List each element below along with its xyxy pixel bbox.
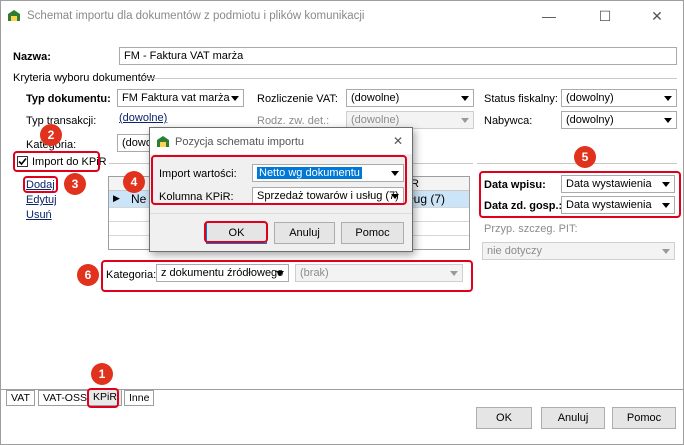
doc-type-value: FM Faktura vat marża bbox=[122, 92, 230, 104]
highlight-add bbox=[23, 176, 58, 193]
criteria-divider bbox=[143, 78, 677, 79]
dialog-cancel-button[interactable]: Anuluj bbox=[274, 222, 335, 244]
row-indicator-icon: ▶ bbox=[113, 193, 120, 203]
activity-type-value: (dowolne) bbox=[351, 114, 400, 126]
vat-settlement-select[interactable]: (dowolne) bbox=[346, 89, 474, 107]
dialog-title-bar: Pozycja schematu importu ✕ bbox=[150, 128, 412, 154]
tab-vat-oss[interactable]: VAT-OSS bbox=[38, 390, 92, 406]
tab-vat[interactable]: VAT bbox=[6, 390, 35, 406]
step-badge-4: 4 bbox=[123, 171, 145, 193]
maximize-button[interactable]: ☐ bbox=[585, 4, 625, 28]
chevron-down-icon bbox=[664, 96, 672, 101]
ok-button[interactable]: OK bbox=[476, 407, 532, 429]
chevron-down-icon bbox=[231, 96, 239, 101]
pit-value: nie dotyczy bbox=[487, 245, 543, 257]
buyer-label: Nabywca: bbox=[484, 115, 533, 127]
pit-label: Przyp. szczeg. PIT: bbox=[484, 223, 578, 235]
step-badge-3: 3 bbox=[64, 173, 86, 195]
minimize-button[interactable]: — bbox=[529, 4, 569, 28]
title-bar: Schemat importu dla dokumentów z podmiot… bbox=[1, 1, 683, 31]
highlight-dates bbox=[479, 171, 681, 218]
highlight-dialog-ok bbox=[204, 221, 268, 243]
buyer-select[interactable]: (dowolny) bbox=[561, 111, 677, 129]
highlight-category bbox=[101, 260, 473, 292]
doc-type-label: Typ dokumentu: bbox=[26, 93, 111, 105]
window-title: Schemat importu dla dokumentów z podmiot… bbox=[27, 10, 365, 22]
highlight-dialog-fields bbox=[151, 155, 407, 205]
pit-select: nie dotyczy bbox=[482, 242, 675, 260]
fiscal-status-select[interactable]: (dowolny) bbox=[561, 89, 677, 107]
row-cell-right: ług (7) bbox=[411, 192, 446, 206]
chevron-down-icon bbox=[664, 118, 672, 123]
dialog-title: Pozycja schematu importu bbox=[175, 136, 304, 148]
app-logo-icon bbox=[157, 136, 169, 147]
buyer-value: (dowolny) bbox=[566, 114, 614, 126]
row-cell-left: Ne bbox=[131, 192, 147, 206]
activity-type-label: Rodz. zw. det.: bbox=[257, 115, 330, 127]
category-select[interactable]: (dowolna) bbox=[117, 134, 153, 152]
close-button[interactable]: ✕ bbox=[637, 4, 677, 28]
dialog-help-button[interactable]: Pomoc bbox=[341, 222, 404, 244]
step-badge-2: 2 bbox=[40, 124, 62, 146]
delete-link[interactable]: Usuń bbox=[26, 209, 52, 221]
fiscal-status-value: (dowolny) bbox=[566, 92, 614, 104]
step-badge-5: 5 bbox=[574, 146, 596, 168]
app-logo-icon bbox=[8, 10, 20, 21]
help-button[interactable]: Pomoc bbox=[612, 407, 676, 429]
transaction-type-link[interactable]: (dowolne) bbox=[119, 112, 167, 124]
cancel-button[interactable]: Anuluj bbox=[541, 407, 605, 429]
vat-settlement-value: (dowolne) bbox=[351, 92, 400, 104]
step-badge-6: 6 bbox=[77, 264, 99, 286]
edit-link[interactable]: Edytuj bbox=[26, 194, 57, 206]
criteria-label: Kryteria wyboru dokumentów bbox=[13, 72, 155, 84]
chevron-down-icon bbox=[461, 118, 469, 123]
tab-inne[interactable]: Inne bbox=[124, 390, 155, 406]
highlight-kpir-tab bbox=[87, 388, 119, 408]
vat-settlement-label: Rozliczenie VAT: bbox=[257, 93, 338, 105]
main-window: Schemat importu dla dokumentów z podmiot… bbox=[0, 0, 684, 445]
name-label: Nazwa: bbox=[13, 51, 51, 63]
dialog-close-button[interactable]: ✕ bbox=[393, 134, 403, 148]
name-input[interactable]: FM - Faktura VAT marża bbox=[119, 47, 677, 65]
doc-type-select[interactable]: FM Faktura vat marża bbox=[117, 89, 244, 107]
chevron-down-icon bbox=[461, 96, 469, 101]
chevron-down-icon bbox=[662, 249, 670, 254]
step-badge-1: 1 bbox=[91, 363, 113, 385]
fiscal-status-label: Status fiskalny: bbox=[484, 93, 558, 105]
highlight-import-kpir bbox=[13, 151, 100, 172]
transaction-type-label: Typ transakcji: bbox=[26, 115, 97, 127]
